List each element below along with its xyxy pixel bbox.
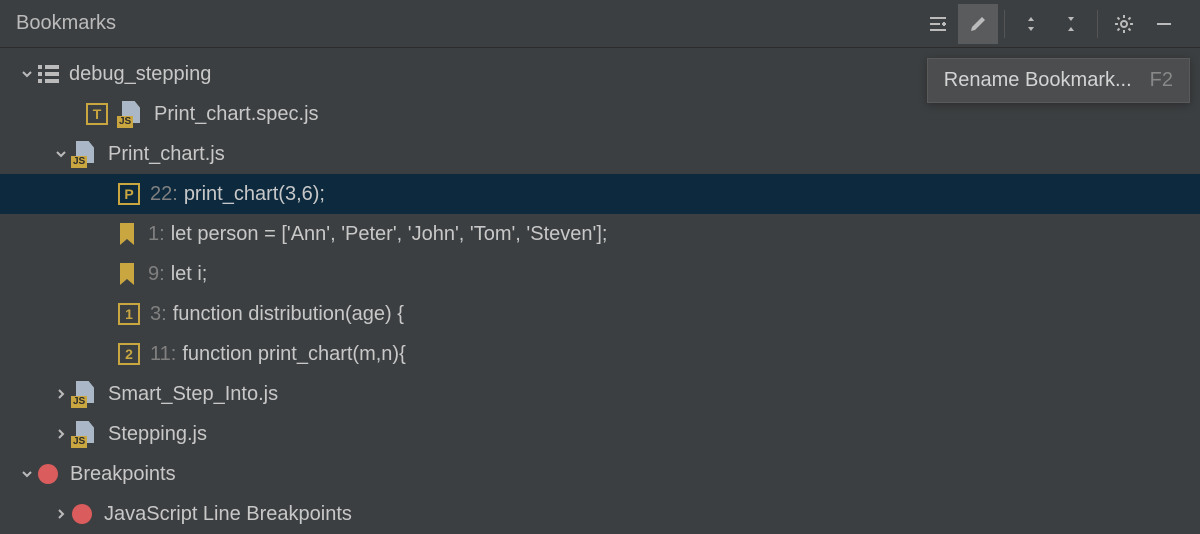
root-label: debug_stepping xyxy=(69,63,211,86)
mnemonic-badge: T xyxy=(86,103,108,125)
chevron-down-icon[interactable] xyxy=(50,143,72,165)
filter-button[interactable] xyxy=(918,4,958,44)
bookmark-code: function print_chart(m,n){ xyxy=(182,343,405,366)
bookmark-code: let i; xyxy=(171,263,208,286)
bookmark-row[interactable]: 1: let person = ['Ann', 'Peter', 'John',… xyxy=(0,214,1200,254)
tooltip-shortcut: F2 xyxy=(1150,69,1173,92)
mnemonic-badge: P xyxy=(118,183,140,205)
bookmarks-tree[interactable]: debug_stepping T JS Print_chart.spec.js … xyxy=(0,48,1200,534)
bookmark-code: let person = ['Ann', 'Peter', 'John', 'T… xyxy=(171,223,608,246)
expand-all-icon xyxy=(1021,14,1041,34)
js-breakpoints-label: JavaScript Line Breakpoints xyxy=(104,503,352,526)
filter-icon xyxy=(928,14,948,34)
panel-titlebar: Bookmarks xyxy=(0,0,1200,48)
line-number: 22: xyxy=(150,183,178,206)
list-icon xyxy=(38,65,59,83)
panel-title: Bookmarks xyxy=(16,12,116,35)
tree-node-chart-file[interactable]: JS Print_chart.js xyxy=(0,134,1200,174)
bookmark-icon xyxy=(118,223,136,245)
pencil-icon xyxy=(968,14,988,34)
bookmark-row[interactable]: 1 3: function distribution(age) { xyxy=(0,294,1200,334)
toolbar xyxy=(918,4,1184,44)
collapse-all-button[interactable] xyxy=(1051,4,1091,44)
line-number: 3: xyxy=(150,303,167,326)
line-number: 9: xyxy=(148,263,165,286)
breakpoints-label: Breakpoints xyxy=(70,463,176,486)
line-number: 11: xyxy=(150,343,176,366)
settings-button[interactable] xyxy=(1104,4,1144,44)
bookmark-row[interactable]: P 22: print_chart(3,6); xyxy=(0,174,1200,214)
breakpoint-icon xyxy=(72,504,92,524)
bookmark-icon xyxy=(118,263,136,285)
tree-node-breakpoints[interactable]: Breakpoints xyxy=(0,454,1200,494)
chevron-down-icon[interactable] xyxy=(16,463,38,485)
edit-button[interactable] xyxy=(958,4,998,44)
tree-node-js-breakpoints[interactable]: JavaScript Line Breakpoints xyxy=(0,494,1200,534)
chevron-right-icon[interactable] xyxy=(50,503,72,525)
toolbar-separator xyxy=(1004,10,1005,38)
collapse-all-icon xyxy=(1061,14,1081,34)
expand-all-button[interactable] xyxy=(1011,4,1051,44)
minimize-button[interactable] xyxy=(1144,4,1184,44)
bookmark-code: function distribution(age) { xyxy=(173,303,404,326)
chevron-down-icon[interactable] xyxy=(16,63,38,85)
file-name: Stepping.js xyxy=(108,423,207,446)
mnemonic-badge: 2 xyxy=(118,343,140,365)
tree-node-stepping[interactable]: JS Stepping.js xyxy=(0,414,1200,454)
chevron-right-icon[interactable] xyxy=(50,423,72,445)
bookmark-row[interactable]: 9: let i; xyxy=(0,254,1200,294)
file-name: Print_chart.js xyxy=(108,143,225,166)
file-name: Smart_Step_Into.js xyxy=(108,383,278,406)
chevron-right-icon[interactable] xyxy=(50,383,72,405)
line-number: 1: xyxy=(148,223,165,246)
gear-icon xyxy=(1114,14,1134,34)
js-file-icon: JS xyxy=(72,421,98,447)
js-file-icon: JS xyxy=(72,141,98,167)
tree-node-smart-step[interactable]: JS Smart_Step_Into.js xyxy=(0,374,1200,414)
bookmark-code: print_chart(3,6); xyxy=(184,183,325,206)
bookmark-row[interactable]: 2 11: function print_chart(m,n){ xyxy=(0,334,1200,374)
rename-tooltip: Rename Bookmark... F2 xyxy=(927,58,1190,103)
breakpoint-icon xyxy=(38,464,58,484)
file-name: Print_chart.spec.js xyxy=(154,103,319,126)
js-file-icon: JS xyxy=(72,381,98,407)
js-file-icon: JS xyxy=(118,101,144,127)
tooltip-label: Rename Bookmark... xyxy=(944,69,1132,92)
minimize-icon xyxy=(1154,14,1174,34)
mnemonic-badge: 1 xyxy=(118,303,140,325)
toolbar-separator xyxy=(1097,10,1098,38)
